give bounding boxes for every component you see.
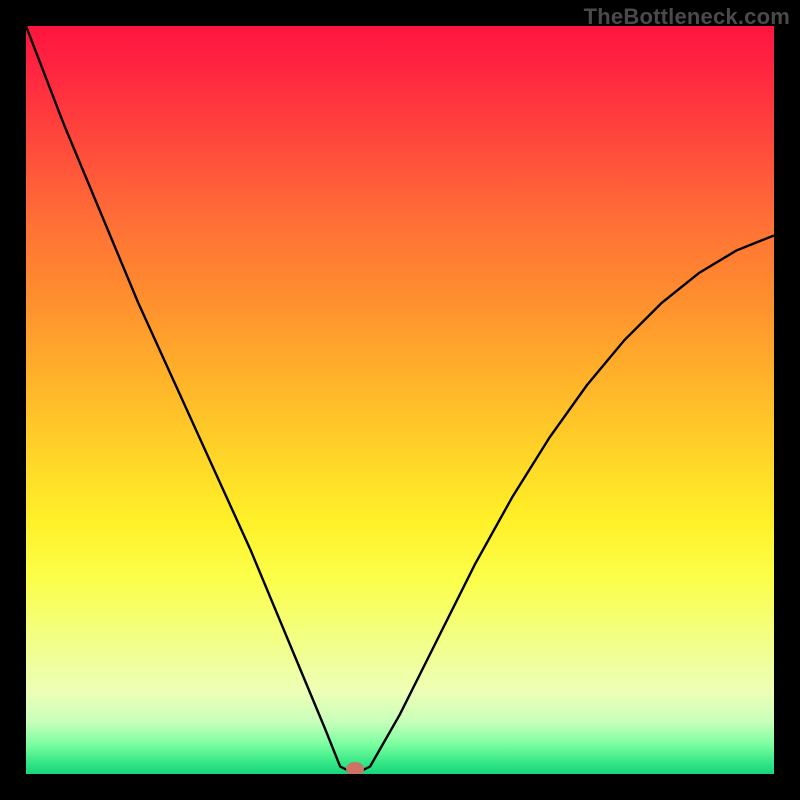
optimal-point-marker xyxy=(346,762,364,774)
chart-frame: TheBottleneck.com xyxy=(0,0,800,800)
plot-area xyxy=(26,26,774,774)
curve-path xyxy=(26,26,774,774)
watermark-text: TheBottleneck.com xyxy=(584,4,790,30)
bottleneck-curve xyxy=(26,26,774,774)
